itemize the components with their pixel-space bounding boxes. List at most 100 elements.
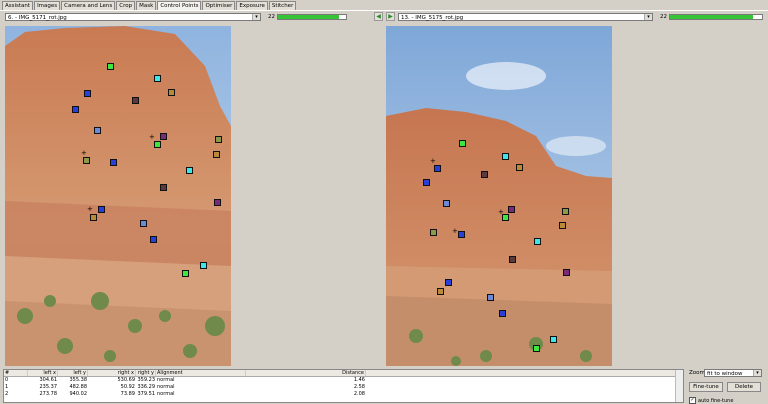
table-cell: 235.37	[39, 384, 58, 390]
previous-image-button[interactable]: ◀	[374, 12, 383, 21]
control-point-marker[interactable]	[508, 206, 515, 213]
control-point-marker[interactable]	[534, 238, 541, 245]
control-point-marker[interactable]	[215, 136, 222, 143]
crosshair-icon: +	[81, 149, 87, 157]
control-point-marker[interactable]	[487, 294, 494, 301]
right-image-select-value: 13. - IMG_5175_rot.jpg	[401, 14, 464, 21]
chevron-down-icon: ▾	[644, 13, 652, 20]
control-point-marker[interactable]	[140, 220, 147, 227]
control-point-marker[interactable]	[445, 279, 452, 286]
control-point-marker[interactable]	[559, 222, 566, 229]
control-point-marker[interactable]	[98, 206, 105, 213]
column-header[interactable]: #	[4, 370, 28, 376]
column-header[interactable]: Alignment	[156, 370, 246, 376]
table-scrollbar[interactable]	[675, 370, 683, 402]
delete-button[interactable]: Delete	[727, 382, 761, 392]
table-cell: normal	[157, 391, 175, 397]
control-point-marker[interactable]	[423, 179, 430, 186]
right-image-selector-row: 13. - IMG_5175_rot.jpg ▾ 22	[398, 12, 763, 21]
control-point-marker[interactable]	[84, 90, 91, 97]
control-point-marker[interactable]	[154, 141, 161, 148]
control-point-marker[interactable]	[533, 345, 540, 352]
control-point-marker[interactable]	[509, 256, 516, 263]
table-cell: 355.38	[69, 377, 88, 383]
table-cell: 2.58	[353, 384, 365, 390]
table-cell: 1.46	[353, 377, 365, 383]
column-header[interactable]: right x	[88, 370, 136, 376]
control-point-marker[interactable]	[154, 75, 161, 82]
control-point-marker[interactable]	[132, 97, 139, 104]
table-cell: normal	[157, 384, 175, 390]
table-cell: 73.89	[120, 391, 135, 397]
control-point-marker[interactable]	[499, 310, 506, 317]
control-point-marker[interactable]	[563, 269, 570, 276]
control-point-marker[interactable]	[562, 208, 569, 215]
left-image-select[interactable]: 6. - IMG_5171_rot.jpg ▾	[5, 12, 261, 21]
left-photo	[5, 26, 231, 366]
column-header[interactable]: left x	[28, 370, 58, 376]
fine-tune-button[interactable]: Fine-tune	[689, 382, 723, 392]
chevron-down-icon: ▾	[753, 370, 761, 376]
tab-images[interactable]: Images	[34, 1, 61, 10]
control-point-marker[interactable]	[200, 262, 207, 269]
table-cell: 50.92	[120, 384, 135, 390]
control-point-marker[interactable]	[168, 89, 175, 96]
left-image-selector-row: 6. - IMG_5171_rot.jpg ▾ 22	[5, 12, 347, 21]
tab-assistant[interactable]: Assistant	[2, 1, 34, 10]
control-point-marker[interactable]	[186, 167, 193, 174]
tab-mask[interactable]: Mask	[136, 1, 157, 10]
control-point-marker[interactable]	[430, 229, 437, 236]
tab-camera-and-lens[interactable]: Camera and Lens	[61, 1, 116, 10]
control-point-marker[interactable]	[110, 159, 117, 166]
table-cell: 304.61	[39, 377, 58, 383]
tab-optimiser[interactable]: Optimiser	[202, 1, 236, 10]
column-header[interactable]: left y	[58, 370, 88, 376]
control-point-marker[interactable]	[434, 165, 441, 172]
table-cell: 2	[5, 391, 9, 397]
control-point-table[interactable]: # left x left y right x right y Alignment Dist…	[3, 369, 684, 403]
table-cell: 2.08	[353, 391, 365, 397]
table-cell: 379.51	[137, 391, 156, 397]
left-image-select-value: 6. - IMG_5171_rot.jpg	[8, 14, 67, 21]
control-point-marker[interactable]	[83, 157, 90, 164]
control-point-marker[interactable]	[94, 127, 101, 134]
control-point-marker[interactable]	[72, 106, 79, 113]
zoom-select[interactable]: fit to window ▾	[704, 369, 762, 377]
right-cp-progress-bar	[669, 13, 763, 20]
control-point-marker[interactable]	[550, 336, 557, 343]
control-point-marker[interactable]	[107, 63, 114, 70]
control-point-marker[interactable]	[516, 164, 523, 171]
table-cell: 482.88	[69, 384, 88, 390]
control-point-marker[interactable]	[160, 133, 167, 140]
tab-stitcher[interactable]: Stitcher	[268, 1, 297, 10]
table-row[interactable]: 0 304.61 355.38 530.69 359.23 normal 1.46	[4, 377, 683, 384]
control-point-marker[interactable]	[437, 288, 444, 295]
left-cp-progress-bar	[277, 13, 347, 20]
control-point-marker[interactable]	[213, 151, 220, 158]
right-cp-progress-fill	[670, 14, 753, 19]
control-point-marker[interactable]	[182, 270, 189, 277]
tab-divider	[0, 10, 768, 11]
control-point-marker[interactable]	[481, 171, 488, 178]
left-image-view[interactable]	[5, 26, 231, 366]
column-header[interactable]: Distance	[246, 370, 366, 376]
table-cell: 530.69	[117, 377, 136, 383]
control-point-marker[interactable]	[160, 184, 167, 191]
control-point-marker[interactable]	[502, 153, 509, 160]
right-image-select[interactable]: 13. - IMG_5175_rot.jpg ▾	[398, 12, 653, 21]
table-cell: 336.29	[137, 384, 156, 390]
control-point-marker[interactable]	[458, 231, 465, 238]
table-row[interactable]: 1 235.37 482.88 50.92 336.29 normal 2.58	[4, 384, 683, 391]
control-point-marker[interactable]	[214, 199, 221, 206]
control-point-marker[interactable]	[90, 214, 97, 221]
control-point-marker[interactable]	[443, 200, 450, 207]
table-row[interactable]: 2 273.78 940.02 73.89 379.51 normal 2.08	[4, 391, 683, 398]
column-header[interactable]: right y	[136, 370, 156, 376]
next-image-button[interactable]: ▶	[386, 12, 395, 21]
tab-exposure[interactable]: Exposure	[236, 1, 268, 10]
crosshair-icon: +	[452, 227, 458, 235]
tab-crop[interactable]: Crop	[116, 1, 136, 10]
control-point-marker[interactable]	[150, 236, 157, 243]
table-cell: normal	[157, 377, 175, 383]
control-point-marker[interactable]	[459, 140, 466, 147]
